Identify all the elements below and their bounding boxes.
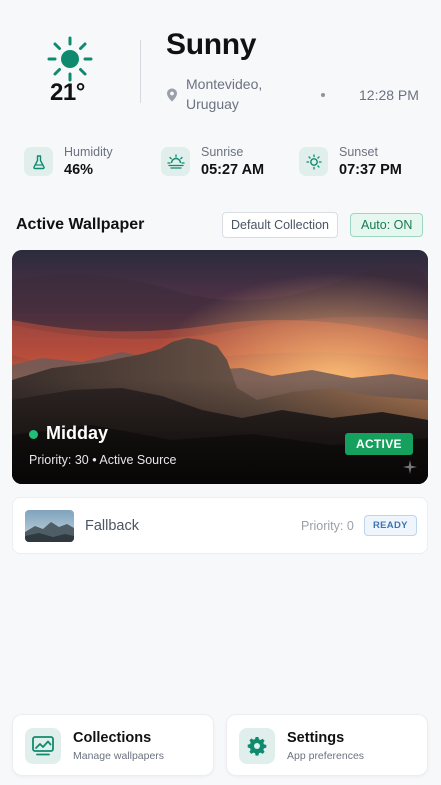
fallback-priority: Priority: 0 <box>301 519 354 533</box>
collections-subtitle: Manage wallpapers <box>73 750 165 762</box>
sunset-icon <box>305 153 322 170</box>
stat-sunrise: Sunrise 05:27 AM <box>161 144 291 184</box>
active-status-dot <box>29 430 38 439</box>
weather-header: 21° Sunny Montevideo, Uruguay 12:28 PM <box>0 0 441 130</box>
weather-condition: Sunny <box>166 28 257 61</box>
fallback-wallpaper-card[interactable]: Fallback Priority: 0 READY <box>12 497 428 554</box>
active-wallpaper-title: Midday <box>46 423 109 443</box>
stat-humidity: Humidity 46% <box>24 144 144 184</box>
sunset-label: Sunset <box>339 145 378 159</box>
collection-select-button[interactable]: Default Collection <box>222 212 338 238</box>
active-wallpaper-card[interactable]: Midday Priority: 30 • Active Source ACTI… <box>12 250 428 484</box>
temperature: 21° <box>50 79 85 106</box>
header-divider <box>140 40 141 103</box>
sunrise-icon <box>166 153 185 169</box>
flask-icon <box>32 154 45 169</box>
humidity-label: Humidity <box>64 145 113 159</box>
sun-icon <box>47 36 93 82</box>
location-pin-icon <box>167 88 177 102</box>
active-badge: ACTIVE <box>345 433 413 455</box>
auto-toggle-button[interactable]: Auto: ON <box>350 213 424 237</box>
humidity-value: 46% <box>64 162 94 178</box>
fallback-thumbnail <box>25 510 74 542</box>
collections-title: Collections <box>73 730 152 746</box>
location-text: Montevideo, Uruguay <box>186 76 263 112</box>
sunset-value: 07:37 PM <box>339 162 402 178</box>
fallback-title: Fallback <box>85 518 139 534</box>
active-wallpaper-subtitle: Priority: 30 • Active Source <box>29 453 177 467</box>
current-time: 12:28 PM <box>359 87 419 103</box>
separator-dot <box>321 93 325 97</box>
settings-nav-card[interactable]: Settings App preferences <box>226 714 428 776</box>
sunrise-label: Sunrise <box>201 145 244 159</box>
section-title-active-wallpaper: Active Wallpaper <box>16 216 145 233</box>
settings-title: Settings <box>287 730 345 746</box>
weather-icon-block <box>40 36 100 82</box>
sparkle-icon <box>403 460 417 474</box>
ready-badge: READY <box>364 515 417 536</box>
settings-subtitle: App preferences <box>287 750 365 762</box>
image-icon <box>32 736 54 756</box>
stat-sunset: Sunset 07:37 PM <box>299 144 429 184</box>
sunrise-value: 05:27 AM <box>201 162 265 178</box>
gear-icon <box>247 737 267 756</box>
collections-nav-card[interactable]: Collections Manage wallpapers <box>12 714 214 776</box>
